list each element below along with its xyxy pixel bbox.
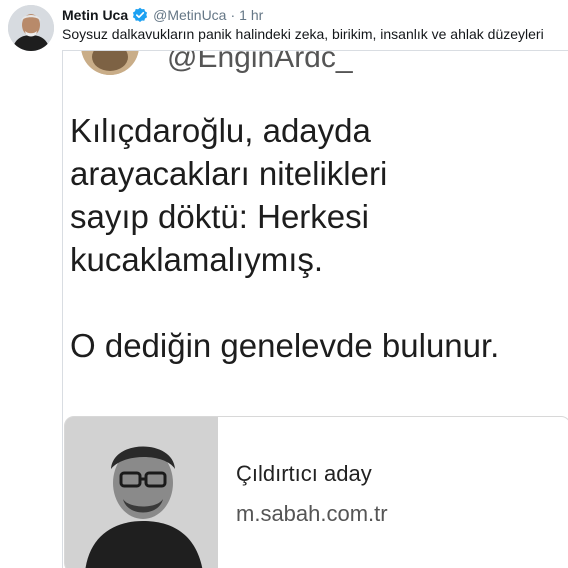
tweet-text: Soysuz dalkavukların panik halindeki zek… xyxy=(62,26,544,42)
link-preview-card[interactable]: Çıldırtıcı aday m.sabah.com.tr xyxy=(64,416,568,568)
link-thumbnail xyxy=(65,417,218,568)
quoted-line: O dediğin genelevde bulunur. xyxy=(70,327,500,364)
avatar-photo xyxy=(8,5,54,51)
author-name[interactable]: Metin Uca xyxy=(62,7,128,23)
quoted-avatar xyxy=(81,51,139,75)
link-title: Çıldırtıcı aday xyxy=(236,461,372,486)
quoted-line: sayıp döktü: Herkesi xyxy=(70,198,369,235)
verified-icon xyxy=(132,7,148,23)
tweet-timestamp[interactable]: 1 hr xyxy=(239,7,263,23)
tweet-header: Metin Uca @MetinUca · 1 hr xyxy=(62,5,558,25)
link-url: m.sabah.com.tr xyxy=(236,501,388,526)
author-avatar[interactable] xyxy=(8,5,54,51)
separator-dot: · xyxy=(230,7,236,23)
quoted-line: Kılıçdaroğlu, adayda xyxy=(70,112,371,149)
quoted-line: arayacakları nitelikleri xyxy=(70,155,388,192)
tweet-media-image[interactable]: @EnginArdc_ Kılıçdaroğlu, adayda arayaca… xyxy=(62,50,568,568)
quoted-handle: @EnginArdc_ xyxy=(167,50,353,74)
author-handle[interactable]: @MetinUca xyxy=(153,7,226,23)
quoted-line: kucaklamalıymış. xyxy=(70,241,324,278)
line-spacer xyxy=(70,281,560,324)
quoted-text: Kılıçdaroğlu, adayda arayacakları niteli… xyxy=(70,109,560,367)
